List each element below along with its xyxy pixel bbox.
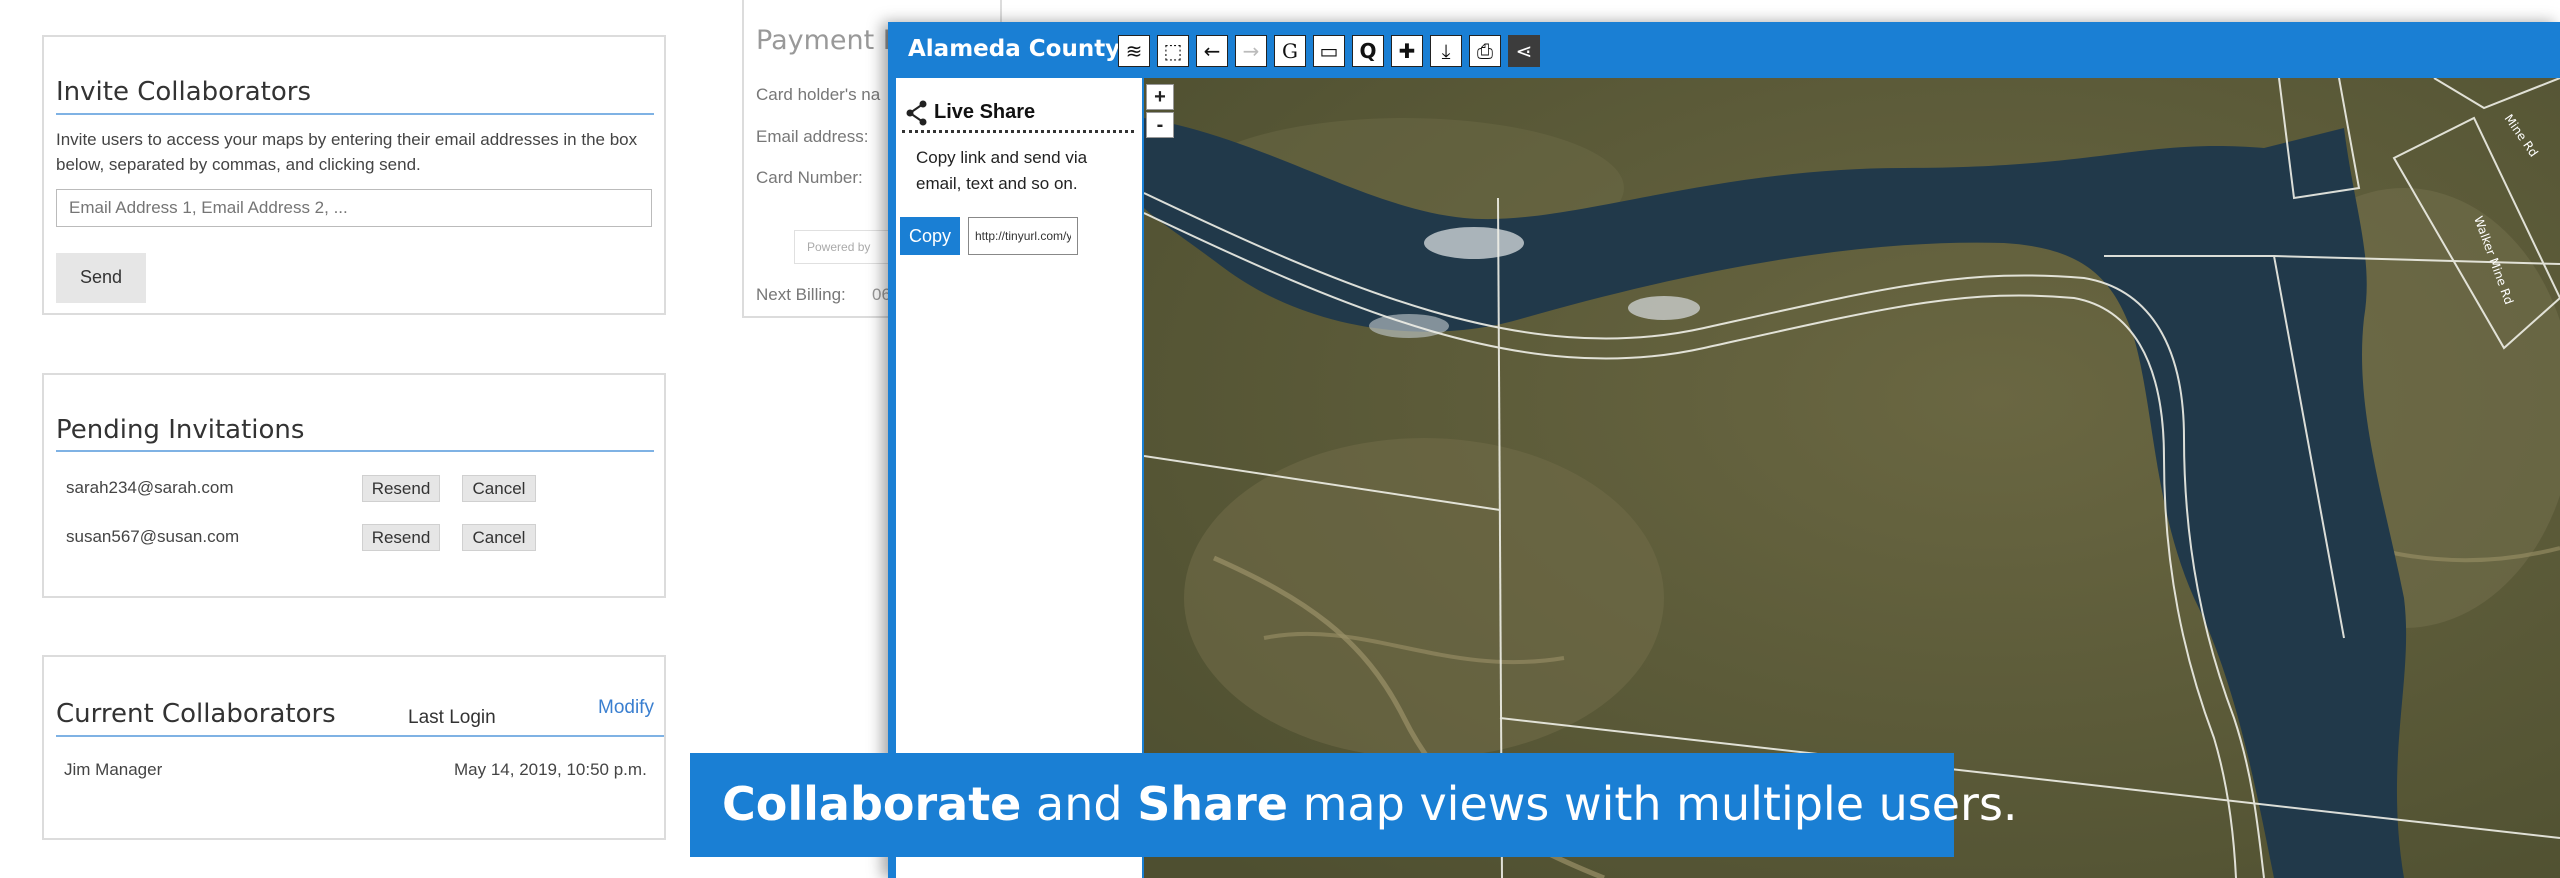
- pending-email: susan567@susan.com: [66, 527, 240, 546]
- pending-title: Pending Invitations: [56, 415, 305, 445]
- add-point-icon[interactable]: ✚: [1391, 35, 1423, 67]
- caption-and: and: [1021, 777, 1138, 831]
- caption-text: Collaborate and Share map views with mul…: [722, 777, 2018, 831]
- pending-invitations-panel: Pending Invitations sarah234@sarah.com R…: [42, 373, 666, 598]
- last-login-header: Last Login: [408, 707, 496, 728]
- forward-arrow-icon[interactable]: →: [1235, 35, 1267, 67]
- copy-button[interactable]: Copy: [900, 217, 960, 255]
- share-icon: [906, 100, 927, 126]
- invite-description-line1: Invite users to access your maps by ente…: [56, 130, 638, 149]
- invite-title: Invite Collaborators: [56, 77, 312, 107]
- caption-word-share: Share: [1137, 777, 1288, 831]
- invite-title-rule: [56, 113, 654, 115]
- collaborator-last-login: May 14, 2019, 10:50 p.m.: [454, 760, 647, 779]
- current-collaborators-panel: Current Collaborators Last Login Modify …: [42, 655, 666, 840]
- current-title: Current Collaborators: [56, 699, 336, 729]
- zoom-in-button[interactable]: +: [1146, 84, 1174, 110]
- send-button[interactable]: Send: [56, 253, 146, 303]
- share-link-field[interactable]: [968, 217, 1078, 255]
- next-billing-label: Next Billing:: [756, 285, 846, 304]
- invite-description-line2: below, separated by commas, and clicking…: [56, 155, 421, 174]
- map-title: Alameda County: [908, 36, 1121, 62]
- pending-title-rule: [56, 450, 654, 452]
- live-share-description-line2: email, text and so on.: [916, 174, 1078, 193]
- modify-link[interactable]: Modify: [598, 697, 654, 719]
- live-share-description-line1: Copy link and send via: [916, 148, 1088, 167]
- layers-icon[interactable]: ≋: [1118, 35, 1150, 67]
- invite-collaborators-panel: Invite Collaborators Invite users to acc…: [42, 35, 666, 315]
- resend-button[interactable]: Resend: [362, 475, 440, 502]
- pending-email: sarah234@sarah.com: [66, 478, 234, 497]
- map-titlebar: Alameda County ≋ ⬚ ← → G ▭ Q ✚ ⤓ ⎙ ⋖: [888, 22, 2560, 78]
- back-arrow-icon[interactable]: ←: [1196, 35, 1228, 67]
- cancel-button[interactable]: Cancel: [462, 524, 536, 551]
- google-icon[interactable]: G: [1274, 35, 1306, 67]
- live-share-title-rule: [902, 130, 1134, 133]
- share-icon[interactable]: ⋖: [1508, 35, 1540, 67]
- caption-rest: map views with multiple users.: [1288, 777, 2018, 831]
- download-icon[interactable]: ⤓: [1430, 35, 1462, 67]
- resend-button[interactable]: Resend: [362, 524, 440, 551]
- map-window: Alameda County ≋ ⬚ ← → G ▭ Q ✚ ⤓ ⎙ ⋖ Liv…: [888, 22, 2560, 878]
- select-box-icon[interactable]: ⬚: [1157, 35, 1189, 67]
- search-q-icon[interactable]: Q: [1352, 35, 1384, 67]
- email-addresses-input[interactable]: [56, 189, 652, 227]
- cancel-button[interactable]: Cancel: [462, 475, 536, 502]
- card-holder-label: Card holder's na: [756, 85, 881, 104]
- card-number-label: Card Number:: [756, 168, 863, 187]
- zoom-out-button[interactable]: -: [1146, 112, 1174, 138]
- live-share-title: Live Share: [934, 101, 1036, 123]
- caption-word-collaborate: Collaborate: [722, 777, 1022, 831]
- powered-by-text: Powered by: [807, 240, 871, 254]
- current-title-rule: [56, 735, 664, 737]
- print-icon[interactable]: ⎙: [1469, 35, 1501, 67]
- caption-banner: Collaborate and Share map views with mul…: [690, 753, 2018, 857]
- collaborator-name: Jim Manager: [64, 760, 163, 779]
- email-address-label: Email address:: [756, 127, 869, 146]
- measure-ruler-icon[interactable]: ▭: [1313, 35, 1345, 67]
